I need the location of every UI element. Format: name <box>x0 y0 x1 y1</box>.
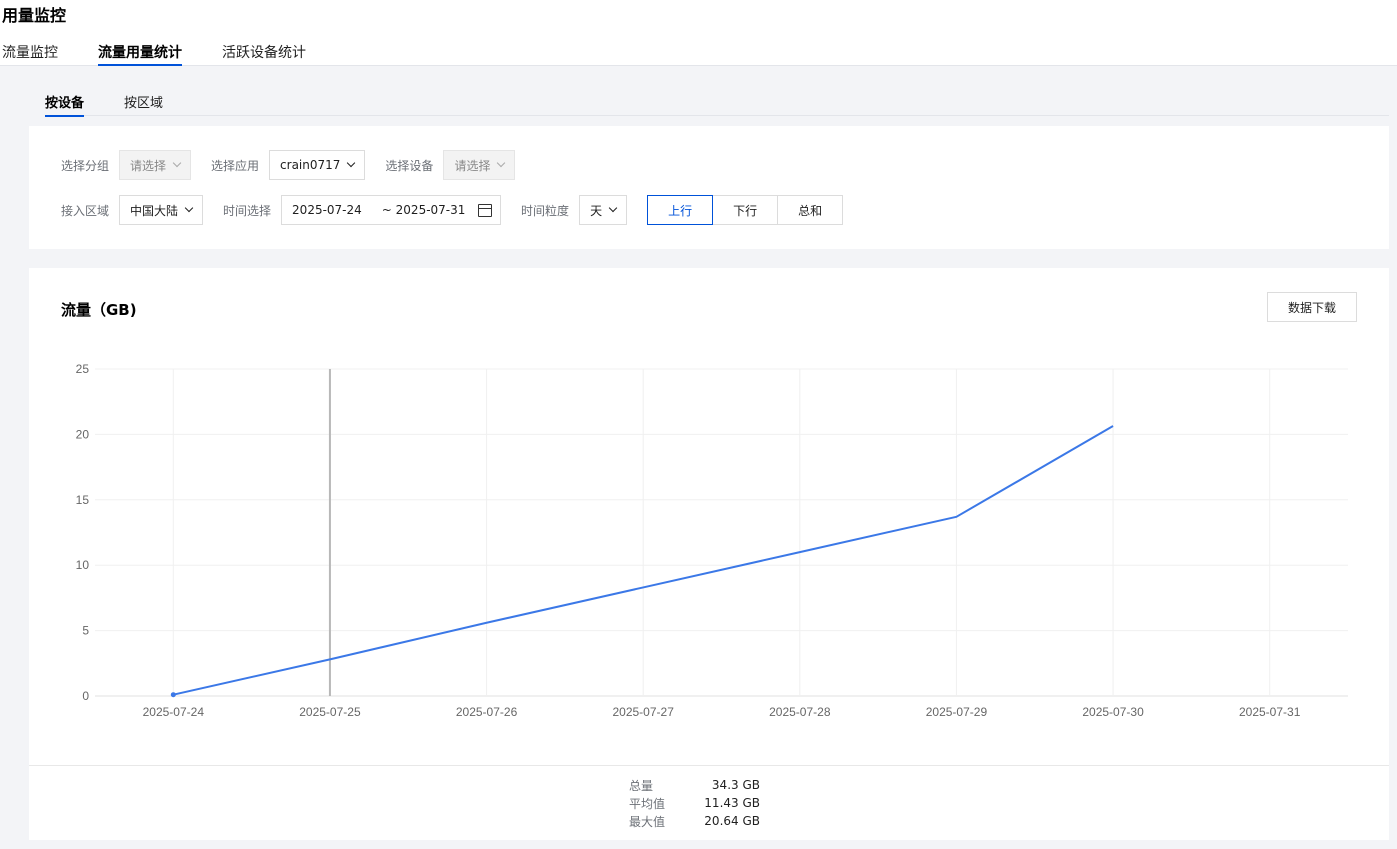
y-tick-label: 15 <box>76 493 90 507</box>
region-select-value: 中国大陆 <box>130 203 179 218</box>
summary-value: 11.43 GB <box>704 796 760 810</box>
date-range-picker[interactable]: 2025-07-24 ~ 2025-07-31 <box>281 195 502 225</box>
main-tabs: 流量监控 流量用量统计 活跃设备统计 <box>2 42 346 66</box>
top-bar: 用量监控 流量监控 流量用量统计 活跃设备统计 <box>0 0 1397 66</box>
y-tick-label: 0 <box>82 689 89 703</box>
y-tick-label: 20 <box>76 427 90 441</box>
subtab-by-region[interactable]: 按区域 <box>124 92 163 116</box>
chevron-down-icon <box>347 158 356 168</box>
x-tick-label: 2025-07-27 <box>612 705 674 719</box>
summary-label: 最大值 <box>629 814 666 829</box>
app-select[interactable]: crain0717 <box>269 150 366 180</box>
y-tick-label: 25 <box>76 362 90 376</box>
page-title: 用量监控 <box>2 6 67 25</box>
app-label: 选择应用 <box>211 158 260 173</box>
direction-download-button[interactable]: 下行 <box>712 195 779 225</box>
date-end: ~ 2025-07-31 <box>381 203 466 217</box>
x-tick-label: 2025-07-29 <box>926 705 988 719</box>
region-select[interactable]: 中国大陆 <box>119 195 204 225</box>
calendar-icon <box>478 203 493 217</box>
device-select[interactable]: 请选择 <box>443 150 516 180</box>
subtab-by-device[interactable]: 按设备 <box>45 92 85 117</box>
tab-traffic-usage-stats[interactable]: 流量用量统计 <box>98 42 182 66</box>
direction-segmented-control: 上行 下行 总和 <box>647 195 844 225</box>
device-select-value: 请选择 <box>454 158 491 173</box>
app-select-value: crain0717 <box>280 158 341 172</box>
summary-row-total: 总量 34.3 GB <box>629 776 760 794</box>
granularity-label: 时间粒度 <box>521 203 570 218</box>
summary-label: 总量 <box>629 778 654 793</box>
x-tick-label: 2025-07-31 <box>1239 705 1301 719</box>
summary-label: 平均值 <box>629 796 666 811</box>
chart-title: 流量（GB) <box>61 301 137 319</box>
group-select-value: 请选择 <box>130 158 167 173</box>
chevron-down-icon <box>184 203 194 213</box>
summary-divider <box>29 765 1389 766</box>
summary-stats: 总量 34.3 GB 平均值 11.43 GB 最大值 20.64 GB <box>629 776 760 830</box>
chevron-down-icon <box>172 158 182 168</box>
granularity-select[interactable]: 天 <box>579 195 628 225</box>
y-tick-label: 5 <box>82 624 89 638</box>
direction-total-button[interactable]: 总和 <box>777 195 844 225</box>
filter-row-2: 接入区域 中国大陆 时间选择 2025-07-24 ~ 2025-07-31 时… <box>61 195 844 225</box>
traffic-line-chart[interactable]: 0 5 10 15 20 25 2025-07-24 2025-07-25 2025-07-26… <box>29 348 1389 748</box>
x-tick-label: 2025-07-28 <box>769 705 831 719</box>
filter-row-1: 选择分组 请选择 选择应用 crain0717 选择设备 请选择 <box>61 150 535 180</box>
group-label: 选择分组 <box>61 158 110 173</box>
tab-traffic-monitor[interactable]: 流量监控 <box>2 42 58 66</box>
region-label: 接入区域 <box>61 203 110 218</box>
y-tick-label: 10 <box>76 558 90 572</box>
chevron-down-icon <box>608 203 618 213</box>
group-select[interactable]: 请选择 <box>119 150 192 180</box>
date-start: 2025-07-24 <box>292 203 362 217</box>
sub-tabs: 按设备 按区域 <box>45 92 1389 117</box>
chevron-down-icon <box>497 158 506 168</box>
time-label: 时间选择 <box>223 203 272 218</box>
summary-row-average: 平均值 11.43 GB <box>629 794 760 812</box>
chart-card: 流量（GB) 数据下载 0 5 10 15 20 25 2025-07-24 2025-07-… <box>29 268 1389 840</box>
summary-value: 34.3 GB <box>711 778 760 792</box>
device-label: 选择设备 <box>385 158 434 173</box>
filter-card: 选择分组 请选择 选择应用 crain0717 选择设备 请选择 接入区域 中国… <box>29 126 1389 249</box>
summary-value: 20.64 GB <box>704 814 760 828</box>
data-point <box>170 692 176 698</box>
download-data-button[interactable]: 数据下载 <box>1267 292 1357 322</box>
x-tick-label: 2025-07-30 <box>1082 705 1144 719</box>
direction-upload-button[interactable]: 上行 <box>647 195 714 225</box>
granularity-select-value: 天 <box>590 203 603 218</box>
summary-row-max: 最大值 20.64 GB <box>629 812 760 830</box>
x-tick-label: 2025-07-26 <box>456 705 518 719</box>
tab-active-device-stats[interactable]: 活跃设备统计 <box>222 42 306 66</box>
x-tick-label: 2025-07-24 <box>143 705 205 719</box>
x-tick-label: 2025-07-25 <box>299 705 361 719</box>
